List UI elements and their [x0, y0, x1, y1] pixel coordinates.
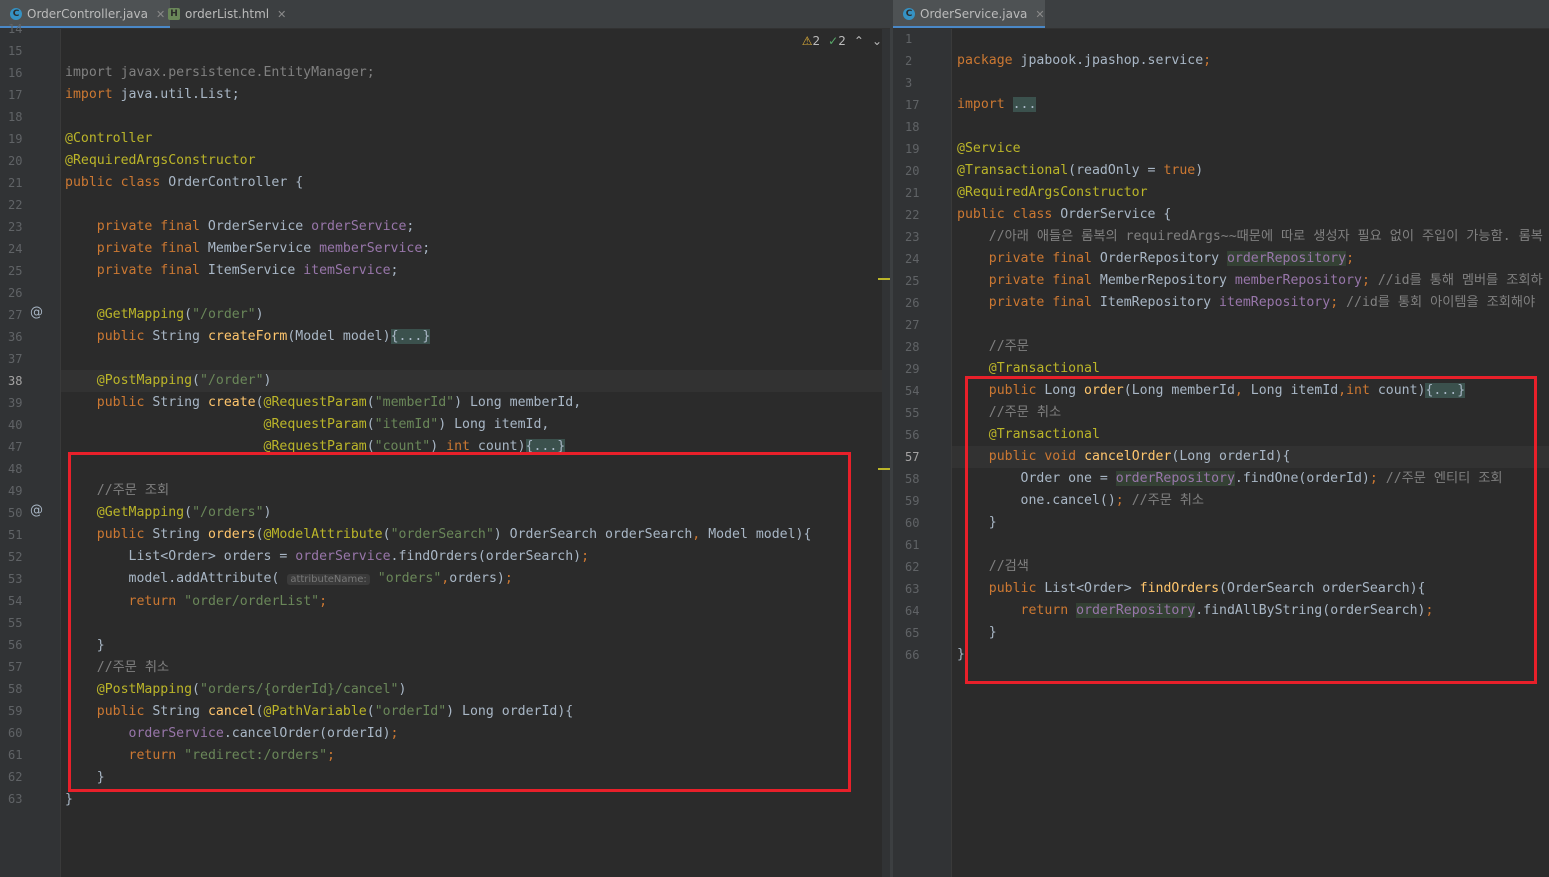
html-file-icon: H	[168, 8, 180, 20]
line-number: 63	[905, 582, 920, 596]
line-number: 60	[905, 516, 920, 530]
line-number: 21	[8, 176, 23, 190]
line-number: 27	[905, 318, 920, 332]
line-number: 66	[905, 648, 920, 662]
line-number: 58	[8, 682, 23, 696]
left-tab-bar: C OrderController.java ✕ H orderList.htm…	[0, 0, 890, 29]
left-gutter: 14 15 16 17 18 19 20 21 22 23 24 25 26 27 36 37 38 39 40 47…	[0, 22, 84, 877]
error-stripe-marker[interactable]	[878, 468, 890, 470]
line-number: 59	[905, 494, 920, 508]
right-tab-bar: C OrderService.java ✕	[893, 0, 1549, 29]
line-number: 39	[8, 396, 23, 410]
line-number: 3	[905, 76, 913, 90]
line-number: 59	[8, 704, 23, 718]
line-number: 51	[8, 528, 23, 542]
line-number: 62	[905, 560, 920, 574]
line-number: 57	[905, 450, 920, 464]
line-number: 17	[8, 88, 23, 102]
implemented-method-icon[interactable]: @	[30, 503, 43, 518]
line-number: 2	[905, 54, 913, 68]
line-number: 62	[8, 770, 23, 784]
line-number: 49	[8, 484, 23, 498]
weak-warning-count[interactable]: ✓2	[828, 34, 846, 48]
line-number: 19	[905, 142, 920, 156]
line-number: 16	[8, 66, 23, 80]
line-number: 25	[905, 274, 920, 288]
line-number: 19	[8, 132, 23, 146]
tab-order-controller[interactable]: C OrderController.java ✕	[0, 0, 170, 28]
line-number: 1	[905, 32, 913, 46]
check-icon: ✓	[828, 34, 839, 48]
chevron-down-icon[interactable]: ⌄	[872, 34, 882, 48]
line-number: 36	[8, 330, 23, 344]
right-editor-pane[interactable]: C OrderService.java ✕ 1 2 3 17 18 19 20 21 22 23 2…	[893, 0, 1549, 877]
line-number: 38	[8, 374, 23, 388]
line-number: 23	[905, 230, 920, 244]
inspection-widget[interactable]: ⚠2 ✓2 ⌃ ⌄	[802, 34, 882, 48]
chevron-up-icon[interactable]: ⌃	[854, 34, 864, 48]
line-number: 18	[905, 120, 920, 134]
line-number: 54	[905, 384, 920, 398]
line-number: 57	[8, 660, 23, 674]
line-number: 50	[8, 506, 23, 520]
line-number: 17	[905, 98, 920, 112]
line-number: 64	[905, 604, 920, 618]
close-icon[interactable]: ✕	[277, 8, 286, 21]
line-number: 55	[905, 406, 920, 420]
line-number: 55	[8, 616, 23, 630]
line-number: 53	[8, 572, 23, 586]
line-number: 24	[905, 252, 920, 266]
tab-order-list[interactable]: H orderList.html ✕	[162, 0, 288, 28]
line-number: 54	[8, 594, 23, 608]
line-number: 26	[905, 296, 920, 310]
line-number: 52	[8, 550, 23, 564]
line-number: 23	[8, 220, 23, 234]
line-number: 58	[905, 472, 920, 486]
right-gutter: 1 2 3 17 18 19 20 21 22 23 24 25 26 27 28 29 54 55 56 57 58 5…	[893, 29, 952, 877]
line-number: 65	[905, 626, 920, 640]
line-number: 14	[8, 22, 23, 36]
highlight-box-service	[965, 376, 1537, 684]
line-number: 29	[905, 362, 920, 376]
line-number: 56	[8, 638, 23, 652]
line-number: 20	[8, 154, 23, 168]
line-number: 56	[905, 428, 920, 442]
implemented-method-icon[interactable]: @	[30, 305, 43, 320]
line-number: 25	[8, 264, 23, 278]
error-stripe-marker[interactable]	[878, 278, 890, 280]
line-number: 22	[905, 208, 920, 222]
line-number: 63	[8, 792, 23, 806]
tab-label: orderList.html	[185, 7, 270, 21]
line-number: 15	[8, 44, 23, 58]
line-number: 26	[8, 286, 23, 300]
line-number: 47	[8, 440, 23, 454]
close-icon[interactable]: ✕	[1035, 8, 1044, 21]
line-number: 60	[8, 726, 23, 740]
line-number: 48	[8, 462, 23, 476]
tab-label: OrderController.java	[27, 7, 148, 21]
line-number: 20	[905, 164, 920, 178]
tab-label: OrderService.java	[920, 7, 1028, 21]
line-number: 24	[8, 242, 23, 256]
line-number: 40	[8, 418, 23, 432]
scrollbar[interactable]	[882, 29, 890, 877]
highlight-box-controller	[68, 452, 851, 792]
line-number: 61	[905, 538, 920, 552]
line-number: 18	[8, 110, 23, 124]
line-number: 37	[8, 352, 23, 366]
left-editor-pane[interactable]: C OrderController.java ✕ H orderList.htm…	[0, 0, 890, 877]
line-number: 28	[905, 340, 920, 354]
tab-order-service[interactable]: C OrderService.java ✕	[893, 0, 1045, 28]
line-number: 61	[8, 748, 23, 762]
java-class-icon: C	[903, 8, 915, 20]
line-number: 27	[8, 308, 23, 322]
line-number: 22	[8, 198, 23, 212]
line-number: 21	[905, 186, 920, 200]
